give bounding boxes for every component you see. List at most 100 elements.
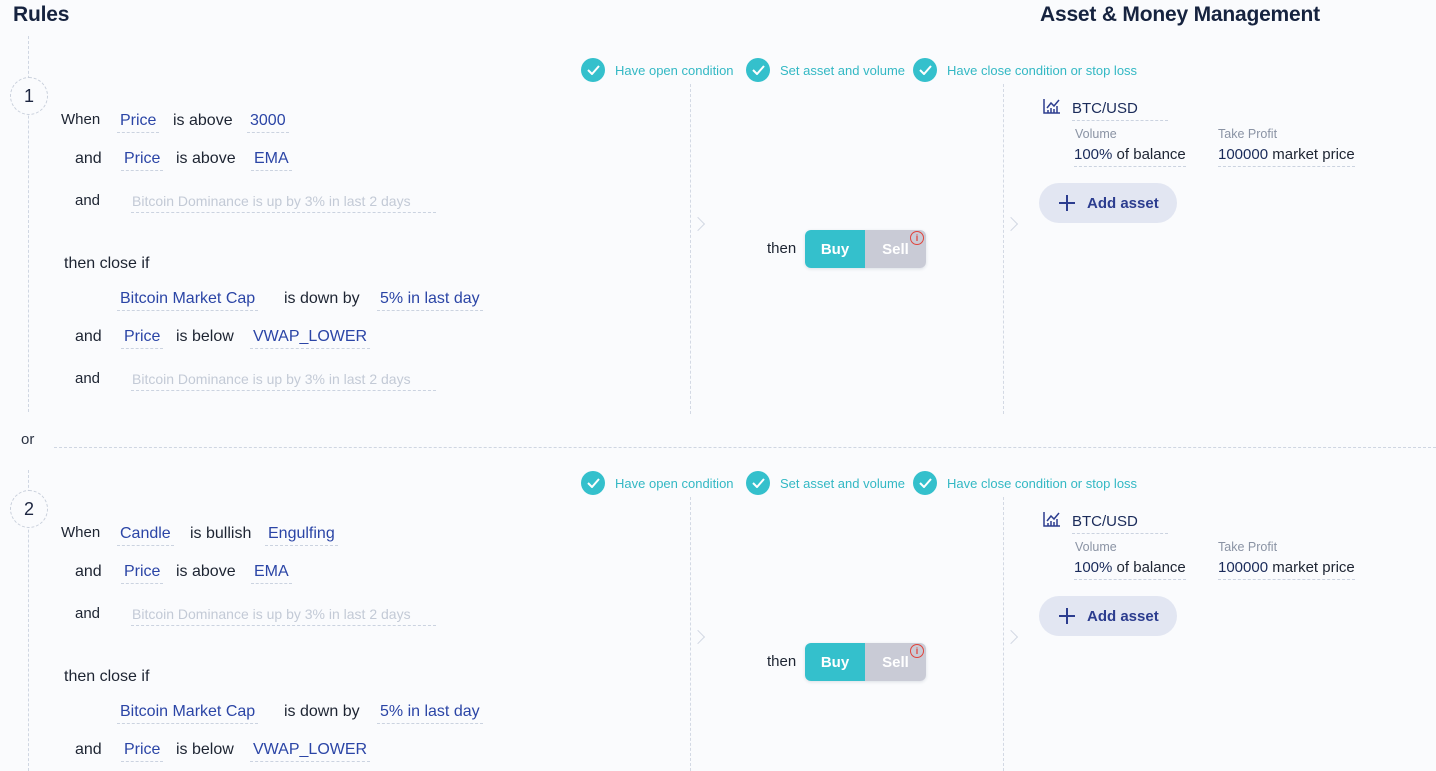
condition-value[interactable]: EMA (251, 150, 292, 171)
volume-value: 100% (1074, 559, 1113, 576)
condition-operator[interactable]: is above (176, 150, 236, 168)
column-separator (1003, 84, 1004, 414)
when-label: When (61, 111, 101, 128)
volume-label: Volume (1075, 127, 1117, 141)
check-icon (913, 471, 937, 495)
condition-subject[interactable]: Candle (117, 525, 174, 546)
check-close-condition: Have close condition or stop loss (913, 58, 1137, 82)
condition-operator[interactable]: is below (176, 328, 234, 346)
condition-value[interactable]: 5% in last day (377, 290, 483, 311)
volume-field[interactable]: 100% of balance (1074, 559, 1186, 580)
chevron-right-icon (1003, 216, 1019, 232)
check-icon (913, 58, 937, 82)
condition-subject[interactable]: Price (117, 112, 160, 133)
take-profit-value: 100000 (1218, 146, 1269, 163)
rule-number-badge: 2 (10, 490, 48, 528)
condition-subject[interactable]: Price (121, 563, 164, 584)
then-close-if-label: then close if (64, 668, 150, 685)
condition-subject[interactable]: Price (121, 150, 164, 171)
check-asset-volume: Set asset and volume (746, 58, 905, 82)
plus-icon (1059, 608, 1075, 624)
add-asset-label: Add asset (1087, 194, 1159, 212)
then-label: then (767, 240, 797, 257)
condition-value[interactable]: Engulfing (265, 525, 338, 546)
check-open-condition: Have open condition (581, 471, 734, 495)
add-asset-label: Add asset (1087, 607, 1159, 625)
sell-button[interactable]: Sell i (865, 643, 926, 681)
take-profit-field[interactable]: 100000 market price (1218, 559, 1355, 580)
and-label: and (75, 605, 101, 622)
check-label: Have close condition or stop loss (947, 62, 1138, 78)
column-separator (690, 84, 691, 414)
buy-sell-toggle: Buy Sell i (805, 230, 926, 268)
take-profit-field[interactable]: 100000 market price (1218, 146, 1355, 167)
buy-button[interactable]: Buy (805, 230, 865, 268)
condition-operator[interactable]: is bullish (190, 525, 251, 543)
chevron-right-icon (690, 216, 706, 232)
column-separator (690, 497, 691, 771)
condition-subject[interactable]: Bitcoin Market Cap (117, 703, 259, 724)
info-icon[interactable]: i (910, 231, 924, 245)
check-icon (581, 58, 605, 82)
condition-operator[interactable]: is above (173, 112, 233, 130)
condition-value[interactable]: 5% in last day (377, 703, 483, 724)
condition-placeholder-input[interactable]: Bitcoin Dominance is up by 3% in last 2 … (131, 193, 436, 213)
rule-number-badge: 1 (10, 77, 48, 115)
condition-value[interactable]: 3000 (247, 112, 289, 133)
check-label: Set asset and volume (780, 62, 906, 78)
check-icon (746, 471, 770, 495)
condition-subject[interactable]: Price (121, 328, 164, 349)
check-icon (746, 58, 770, 82)
take-profit-label: Take Profit (1218, 127, 1278, 141)
add-asset-button[interactable]: Add asset (1039, 596, 1177, 636)
chart-icon (1043, 99, 1060, 114)
check-icon (581, 471, 605, 495)
volume-field[interactable]: 100% of balance (1074, 146, 1186, 167)
buy-button[interactable]: Buy (805, 643, 865, 681)
condition-value[interactable]: VWAP_LOWER (250, 328, 371, 349)
check-open-condition: Have open condition (581, 58, 734, 82)
check-label: Set asset and volume (780, 475, 906, 491)
and-label: and (75, 741, 102, 758)
take-profit-suffix: market price (1272, 559, 1355, 576)
condition-placeholder-input[interactable]: Bitcoin Dominance is up by 3% in last 2 … (131, 606, 436, 626)
chevron-right-icon (1003, 629, 1019, 645)
sell-button[interactable]: Sell i (865, 230, 926, 268)
volume-label: Volume (1075, 540, 1117, 554)
and-label: and (75, 563, 102, 580)
chevron-right-icon (690, 629, 706, 645)
asset-pair-selector[interactable]: BTC/USD (1072, 513, 1168, 534)
condition-subject[interactable]: Price (121, 741, 164, 762)
take-profit-label: Take Profit (1218, 540, 1278, 554)
condition-operator[interactable]: is down by (284, 290, 360, 308)
condition-placeholder-input[interactable]: Bitcoin Dominance is up by 3% in last 2 … (131, 371, 436, 391)
condition-operator[interactable]: is below (176, 741, 234, 759)
asset-pair-selector[interactable]: BTC/USD (1072, 100, 1168, 121)
condition-subject[interactable]: Bitcoin Market Cap (117, 290, 259, 311)
info-icon[interactable]: i (910, 644, 924, 658)
asset-management-title: Asset & Money Management (1040, 3, 1320, 26)
sell-label: Sell (882, 240, 909, 258)
and-label: and (75, 192, 101, 209)
condition-value[interactable]: EMA (251, 563, 292, 584)
column-separator (1003, 497, 1004, 771)
condition-operator[interactable]: is above (176, 563, 236, 581)
then-label: then (767, 653, 797, 670)
check-label: Have close condition or stop loss (947, 475, 1138, 491)
volume-suffix: of balance (1116, 559, 1186, 576)
condition-operator[interactable]: is down by (284, 703, 360, 721)
condition-value[interactable]: VWAP_LOWER (250, 741, 371, 762)
rule-divider (54, 447, 1436, 448)
check-asset-volume: Set asset and volume (746, 471, 905, 495)
buy-sell-toggle: Buy Sell i (805, 643, 926, 681)
plus-icon (1059, 195, 1075, 211)
volume-suffix: of balance (1116, 146, 1186, 163)
take-profit-suffix: market price (1272, 146, 1355, 163)
sell-label: Sell (882, 653, 909, 671)
and-label: and (75, 150, 102, 167)
add-asset-button[interactable]: Add asset (1039, 183, 1177, 223)
or-label: or (21, 431, 35, 448)
rules-title: Rules (13, 3, 70, 26)
check-label: Have open condition (615, 475, 734, 491)
and-label: and (75, 370, 101, 387)
